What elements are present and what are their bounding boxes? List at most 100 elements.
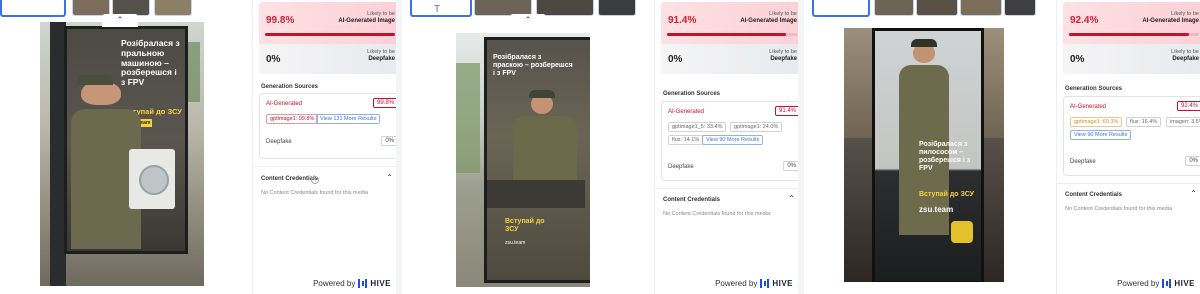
washing-machine — [129, 149, 175, 209]
hive-logo-icon — [760, 279, 770, 288]
gs-deepfake-value: 0% — [1185, 156, 1200, 166]
photo: Розібралася з праскою – розберешся і з F… — [456, 33, 590, 287]
hive-logo-icon — [358, 279, 368, 288]
powered-by: Powered by HIVE — [1117, 279, 1195, 288]
poster-site: zsu.team — [919, 205, 954, 214]
ai-percent: 92.4% — [1070, 15, 1099, 26]
ai-progress-bar — [265, 33, 395, 36]
chevron-up-icon[interactable]: ⌃ — [1190, 189, 1197, 198]
gs-deepfake-value: 0% — [381, 136, 396, 146]
gs-deepfake-value: 0% — [783, 161, 798, 171]
poster-site: zsu.team — [505, 240, 526, 246]
ai-card: 91.4% Likely to be AI-Generated Image — [661, 2, 798, 46]
ai-percent: 99.8% — [266, 15, 295, 26]
powered-by-label: Powered by — [1117, 279, 1160, 288]
powered-by-label: Powered by — [715, 279, 758, 288]
ai-likely-label: Likely to be AI-Generated Image — [1142, 11, 1199, 24]
view-more-button[interactable]: View 90 More Results — [702, 135, 764, 145]
thumbnail-selected[interactable]: T — [410, 0, 472, 17]
ai-card: 92.4% Likely to be AI-Generated Image — [1063, 2, 1200, 46]
thumbnail[interactable] — [916, 0, 958, 16]
df-percent: 0% — [1070, 54, 1085, 65]
thumbnail[interactable] — [874, 0, 914, 16]
gs-ai-value: 92.4% — [1176, 101, 1200, 111]
df-likely-label: Likely to be Deepfake — [769, 49, 797, 62]
t-icon: T — [434, 4, 441, 15]
generation-sources-title: Generation Sources — [1065, 86, 1123, 92]
df-likely-label: Likely to be Deepfake — [367, 49, 395, 62]
thumbnail[interactable] — [598, 0, 636, 16]
brand-name: HIVE — [772, 279, 793, 288]
generation-sources-box: AI-Generated 92.4% gptimage1: 60.3% flux… — [1063, 96, 1200, 176]
content-credentials-title: Content Credentials — [663, 197, 721, 203]
content-credentials-text: No Content Credentials found for this me… — [261, 190, 369, 196]
generation-sources-title: Generation Sources — [261, 84, 319, 90]
poster-cta: Вступай до ЗСУ — [919, 191, 975, 198]
hive-logo-icon — [1162, 279, 1172, 288]
soldier-uniform — [513, 116, 577, 186]
gs-ai-label: AI-Generated — [266, 101, 303, 107]
thumbnail[interactable] — [960, 0, 1002, 16]
photo: Розібралася з пральною машиною – розбере… — [40, 22, 204, 286]
content-credentials-text: No Content Credentials found for this me… — [1065, 206, 1173, 212]
thumbnail[interactable] — [1004, 0, 1036, 16]
image-viewer: T Розібралася з праскою – розберешся і з… — [402, 0, 648, 294]
df-percent: 0% — [266, 54, 281, 65]
thumbnail-selected[interactable] — [0, 0, 66, 17]
brand-name: HIVE — [370, 279, 391, 288]
chevron-up-icon[interactable]: ⌃ — [386, 173, 393, 182]
result-sidebar: 91.4% Likely to be AI-Generated Image 0% … — [654, 0, 798, 294]
gs-ai-label: AI-Generated — [1070, 104, 1107, 110]
gs-deepfake-label: Deepfake — [1070, 159, 1096, 165]
brand-name: HIVE — [1174, 279, 1195, 288]
gs-ai-value: 99.8% — [372, 98, 396, 108]
df-likely-label: Likely to be Deepfake — [1171, 49, 1199, 62]
deepfake-card: 0% Likely to be Deepfake — [259, 44, 396, 74]
vacuum-cleaner — [951, 221, 973, 243]
tree — [456, 63, 480, 173]
deepfake-card: 0% Likely to be Deepfake — [1063, 44, 1200, 74]
view-more-button[interactable]: View 131 More Results — [316, 114, 381, 124]
result-sidebar: 92.4% Likely to be AI-Generated Image 0% … — [1056, 0, 1200, 294]
thumbnail-selected[interactable] — [812, 0, 870, 17]
poster-headline: Розібралася з пральною машиною – розбере… — [121, 38, 180, 88]
deepfake-card: 0% Likely to be Deepfake — [661, 44, 798, 74]
ai-likely-label: Likely to be AI-Generated Image — [338, 11, 395, 24]
source-chip: gptimage1: 24.0% — [730, 122, 783, 132]
content-credentials-text: No Content Credentials found for this me… — [663, 211, 771, 217]
divider — [1057, 183, 1200, 184]
source-chip: imagen: 3.5% — [1166, 117, 1200, 127]
result-sidebar: 99.8% Likely to be AI-Generated Image 0% … — [252, 0, 396, 294]
gs-ai-label: AI-Generated — [668, 109, 705, 115]
analysis-panel-2: T Розібралася з праскою – розберешся і з… — [402, 0, 798, 294]
df-percent: 0% — [668, 54, 683, 65]
ai-progress-bar — [667, 33, 797, 36]
source-chip: gptimage1: 99.8% — [266, 114, 319, 124]
ai-progress-bar — [1069, 33, 1199, 36]
poster-headline: Розібралася з праскою – розберешся і з F… — [493, 54, 573, 78]
thumbnail[interactable] — [154, 0, 192, 16]
info-icon[interactable]: i — [311, 176, 319, 184]
ai-card: 99.8% Likely to be AI-Generated Image — [259, 2, 396, 46]
ironing-board — [487, 180, 585, 208]
generation-sources-box: AI-Generated 99.8% gptimage1: 99.8% View… — [259, 93, 396, 159]
chevron-up-icon[interactable]: ⌃ — [510, 14, 546, 27]
image-viewer: Розібралася з пилососом – розберешся і з… — [804, 0, 1050, 294]
thumbnail-strip — [804, 0, 1050, 18]
powered-by: Powered by HIVE — [715, 279, 793, 288]
chevron-up-icon[interactable]: ⌃ — [788, 194, 795, 203]
soldier-helmet — [77, 75, 113, 85]
poster-cta: Вступай до ЗСУ — [505, 218, 545, 233]
view-more-button[interactable]: View 90 More Results — [1070, 130, 1132, 140]
gs-deepfake-label: Deepfake — [668, 164, 694, 170]
divider — [655, 188, 798, 189]
chevron-up-icon[interactable]: ⌃ — [102, 14, 138, 27]
gs-ai-value: 91.4% — [774, 106, 798, 116]
content-credentials-title: Content Credentials — [261, 176, 319, 182]
source-chip: flux: 14.1% — [668, 135, 704, 145]
powered-by-label: Powered by — [313, 279, 356, 288]
ai-percent: 91.4% — [668, 15, 697, 26]
divider — [253, 166, 396, 167]
soldier-helmet — [529, 90, 555, 98]
generation-sources-title: Generation Sources — [663, 91, 721, 97]
